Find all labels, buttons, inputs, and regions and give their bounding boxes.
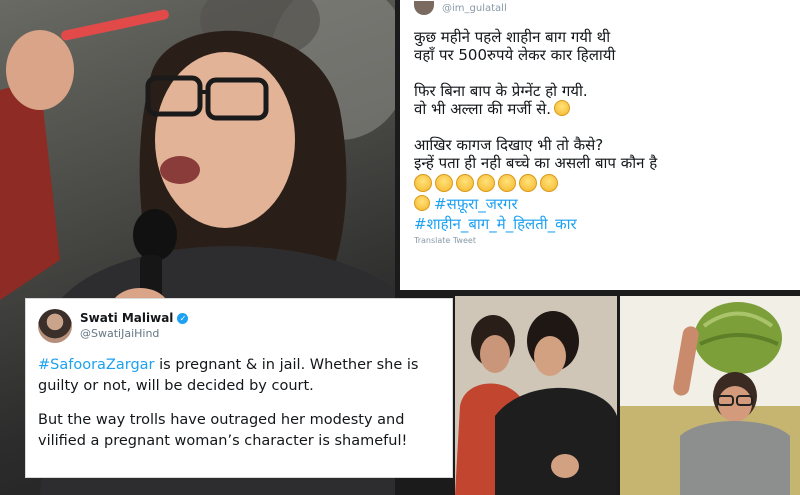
tweet-line: आखिर कागज दिखाए भी तो कैसे?	[414, 136, 604, 154]
author-handle[interactable]: @SwatiJaiHind	[80, 327, 159, 340]
hashtag-link[interactable]: #SafooraZargar	[38, 357, 155, 373]
avatar[interactable]	[414, 1, 434, 15]
tweet-line: वहाँ पर 500रुपये लेकर कार हिलायी	[414, 46, 616, 64]
top-tweet-handle[interactable]: @im_gulatall	[442, 3, 507, 14]
swati-tweet-card: Swati Maliwal ✓ @SwatiJaiHind #SafooraZa…	[25, 298, 453, 478]
author-name[interactable]: Swati Maliwal	[80, 311, 173, 325]
tweet-line: वो भी अल्ला की मर्जी से.	[414, 100, 790, 118]
watermelon-photo	[620, 296, 800, 495]
tweet-paragraph: #SafooraZargar is pregnant & in jail. Wh…	[38, 355, 442, 397]
laughing-emoji-icon	[519, 174, 537, 192]
laughing-emoji-icon	[554, 100, 571, 116]
tweet-line: फिर बिना बाप के प्रेग्नेंट हो गयी.	[414, 82, 588, 100]
tweet-line: कुछ महीने पहले शाहीन बाग गयी थी	[414, 28, 611, 46]
laughing-emoji-icon	[414, 195, 430, 211]
avatar[interactable]	[38, 309, 72, 343]
hug-photo	[455, 296, 617, 495]
tweet-body: #SafooraZargar is pregnant & in jail. Wh…	[38, 355, 442, 452]
translate-tweet-link[interactable]: Translate Tweet	[414, 236, 790, 245]
laughing-emoji-icon	[540, 174, 558, 192]
verified-badge-icon: ✓	[177, 312, 189, 324]
tweet-line-text: वो भी अल्ला की मर्जी से.	[414, 100, 552, 118]
hug-illustration	[455, 296, 617, 495]
top-tweet-body: कुछ महीने पहले शाहीन बाग गयी थी वहाँ पर …	[414, 28, 790, 245]
tweet-line: इन्हें पता ही नही बच्चे का असली बाप कौन …	[414, 154, 658, 172]
laughing-emoji-icon	[498, 174, 516, 192]
top-tweet-header: @im_gulatall	[414, 0, 507, 16]
tweet-author: Swati Maliwal ✓	[80, 311, 189, 325]
hashtag-link[interactable]: #सफ़ूरा_जरगर	[414, 194, 790, 214]
laughing-emoji-icon	[414, 174, 432, 192]
watermelon-illustration	[620, 296, 800, 495]
top-tweet: @im_gulatall कुछ महीने पहले शाहीन बाग गय…	[400, 0, 800, 290]
laughing-emoji-icon	[477, 174, 495, 192]
laughing-emoji-icon	[435, 174, 453, 192]
tweet-paragraph: But the way trolls have outraged her mod…	[38, 412, 408, 449]
hashtag-text[interactable]: #सफ़ूरा_जरगर	[434, 195, 518, 213]
laughing-emoji-icon	[456, 174, 474, 192]
hashtag-link[interactable]: #शाहीन_बाग_मे_हिलती_कार	[414, 214, 790, 234]
emoji-row	[414, 174, 790, 194]
